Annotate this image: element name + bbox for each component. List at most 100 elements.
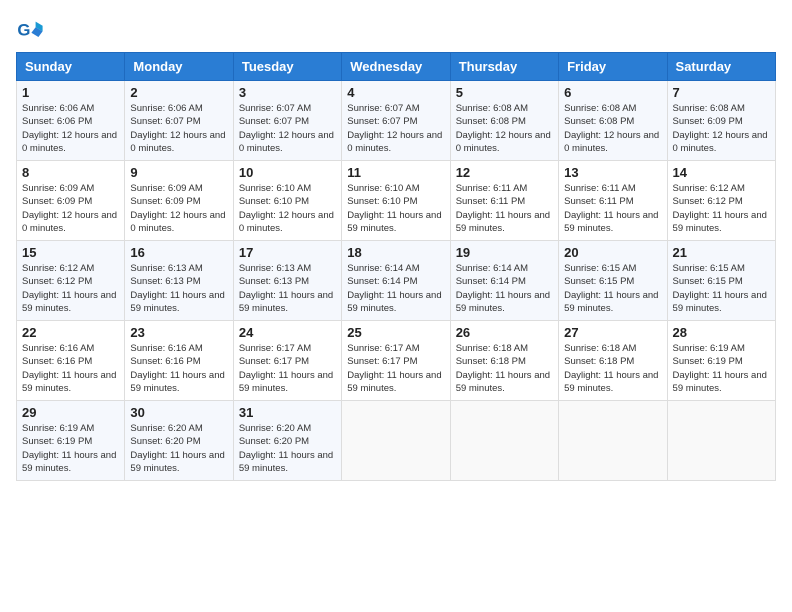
calendar: SundayMondayTuesdayWednesdayThursdayFrid… bbox=[16, 52, 776, 481]
calendar-cell: 30 Sunrise: 6:20 AMSunset: 6:20 PMDayligh… bbox=[125, 401, 233, 481]
day-info: Sunrise: 6:17 AMSunset: 6:17 PMDaylight:… bbox=[347, 342, 444, 395]
day-number: 23 bbox=[130, 325, 227, 340]
day-number: 13 bbox=[564, 165, 661, 180]
header-tuesday: Tuesday bbox=[233, 53, 341, 81]
day-number: 24 bbox=[239, 325, 336, 340]
day-info: Sunrise: 6:19 AMSunset: 6:19 PMDaylight:… bbox=[673, 342, 770, 395]
day-number: 7 bbox=[673, 85, 770, 100]
calendar-cell: 24 Sunrise: 6:17 AMSunset: 6:17 PMDayligh… bbox=[233, 321, 341, 401]
calendar-cell: 6 Sunrise: 6:08 AMSunset: 6:08 PMDaylight… bbox=[559, 81, 667, 161]
header-monday: Monday bbox=[125, 53, 233, 81]
calendar-cell: 27Sunrise: 6:18 AMSunset: 6:18 PMDayligh… bbox=[559, 321, 667, 401]
calendar-cell: 10 Sunrise: 6:10 AMSunset: 6:10 PMDayligh… bbox=[233, 161, 341, 241]
day-info: Sunrise: 6:13 AMSunset: 6:13 PMDaylight:… bbox=[239, 262, 336, 315]
day-info: Sunrise: 6:16 AMSunset: 6:16 PMDaylight:… bbox=[130, 342, 227, 395]
day-info: Sunrise: 6:09 AMSunset: 6:09 PMDaylight:… bbox=[130, 182, 227, 235]
calendar-cell: 23 Sunrise: 6:16 AMSunset: 6:16 PMDayligh… bbox=[125, 321, 233, 401]
day-number: 22 bbox=[22, 325, 119, 340]
day-info: Sunrise: 6:20 AMSunset: 6:20 PMDaylight:… bbox=[130, 422, 227, 475]
day-number: 5 bbox=[456, 85, 553, 100]
day-info: Sunrise: 6:06 AMSunset: 6:06 PMDaylight:… bbox=[22, 102, 119, 155]
day-info: Sunrise: 6:08 AMSunset: 6:08 PMDaylight:… bbox=[564, 102, 661, 155]
header-thursday: Thursday bbox=[450, 53, 558, 81]
week-row-0: 1 Sunrise: 6:06 AMSunset: 6:06 PMDaylight… bbox=[17, 81, 776, 161]
header-friday: Friday bbox=[559, 53, 667, 81]
calendar-cell: 8 Sunrise: 6:09 AMSunset: 6:09 PMDaylight… bbox=[17, 161, 125, 241]
header-wednesday: Wednesday bbox=[342, 53, 450, 81]
day-info: Sunrise: 6:14 AMSunset: 6:14 PMDaylight:… bbox=[347, 262, 444, 315]
day-number: 17 bbox=[239, 245, 336, 260]
calendar-cell: 28 Sunrise: 6:19 AMSunset: 6:19 PMDayligh… bbox=[667, 321, 775, 401]
day-number: 19 bbox=[456, 245, 553, 260]
day-info: Sunrise: 6:07 AMSunset: 6:07 PMDaylight:… bbox=[239, 102, 336, 155]
day-number: 25 bbox=[347, 325, 444, 340]
day-info: Sunrise: 6:17 AMSunset: 6:17 PMDaylight:… bbox=[239, 342, 336, 395]
day-number: 8 bbox=[22, 165, 119, 180]
week-row-1: 8 Sunrise: 6:09 AMSunset: 6:09 PMDaylight… bbox=[17, 161, 776, 241]
calendar-cell: 2Sunrise: 6:06 AMSunset: 6:07 PMDaylight… bbox=[125, 81, 233, 161]
day-info: Sunrise: 6:09 AMSunset: 6:09 PMDaylight:… bbox=[22, 182, 119, 235]
page-header: G bbox=[16, 16, 776, 44]
header-sunday: Sunday bbox=[17, 53, 125, 81]
svg-text:G: G bbox=[17, 21, 30, 40]
calendar-cell: 3 Sunrise: 6:07 AMSunset: 6:07 PMDaylight… bbox=[233, 81, 341, 161]
calendar-cell: 20 Sunrise: 6:15 AMSunset: 6:15 PMDayligh… bbox=[559, 241, 667, 321]
calendar-cell: 26Sunrise: 6:18 AMSunset: 6:18 PMDayligh… bbox=[450, 321, 558, 401]
day-number: 3 bbox=[239, 85, 336, 100]
calendar-cell: 9 Sunrise: 6:09 AMSunset: 6:09 PMDaylight… bbox=[125, 161, 233, 241]
day-info: Sunrise: 6:10 AMSunset: 6:10 PMDaylight:… bbox=[239, 182, 336, 235]
day-number: 20 bbox=[564, 245, 661, 260]
calendar-cell: 18Sunrise: 6:14 AMSunset: 6:14 PMDayligh… bbox=[342, 241, 450, 321]
calendar-cell: 17 Sunrise: 6:13 AMSunset: 6:13 PMDayligh… bbox=[233, 241, 341, 321]
calendar-cell bbox=[667, 401, 775, 481]
day-number: 16 bbox=[130, 245, 227, 260]
calendar-cell bbox=[450, 401, 558, 481]
calendar-cell: 13 Sunrise: 6:11 AMSunset: 6:11 PMDayligh… bbox=[559, 161, 667, 241]
calendar-cell: 31 Sunrise: 6:20 AMSunset: 6:20 PMDayligh… bbox=[233, 401, 341, 481]
day-info: Sunrise: 6:16 AMSunset: 6:16 PMDaylight:… bbox=[22, 342, 119, 395]
week-row-3: 22 Sunrise: 6:16 AMSunset: 6:16 PMDayligh… bbox=[17, 321, 776, 401]
day-info: Sunrise: 6:15 AMSunset: 6:15 PMDaylight:… bbox=[564, 262, 661, 315]
logo: G bbox=[16, 16, 48, 44]
day-number: 1 bbox=[22, 85, 119, 100]
day-info: Sunrise: 6:10 AMSunset: 6:10 PMDaylight:… bbox=[347, 182, 444, 235]
calendar-cell: 1 Sunrise: 6:06 AMSunset: 6:06 PMDaylight… bbox=[17, 81, 125, 161]
calendar-cell: 19 Sunrise: 6:14 AMSunset: 6:14 PMDayligh… bbox=[450, 241, 558, 321]
day-number: 26 bbox=[456, 325, 553, 340]
day-info: Sunrise: 6:11 AMSunset: 6:11 PMDaylight:… bbox=[456, 182, 553, 235]
day-number: 30 bbox=[130, 405, 227, 420]
calendar-cell bbox=[342, 401, 450, 481]
day-number: 14 bbox=[673, 165, 770, 180]
day-info: Sunrise: 6:08 AMSunset: 6:08 PMDaylight:… bbox=[456, 102, 553, 155]
calendar-cell: 12Sunrise: 6:11 AMSunset: 6:11 PMDayligh… bbox=[450, 161, 558, 241]
day-number: 9 bbox=[130, 165, 227, 180]
week-row-4: 29Sunrise: 6:19 AMSunset: 6:19 PMDayligh… bbox=[17, 401, 776, 481]
calendar-cell: 14Sunrise: 6:12 AMSunset: 6:12 PMDayligh… bbox=[667, 161, 775, 241]
day-number: 21 bbox=[673, 245, 770, 260]
calendar-cell: 29Sunrise: 6:19 AMSunset: 6:19 PMDayligh… bbox=[17, 401, 125, 481]
day-number: 6 bbox=[564, 85, 661, 100]
calendar-cell: 25 Sunrise: 6:17 AMSunset: 6:17 PMDayligh… bbox=[342, 321, 450, 401]
calendar-cell: 22 Sunrise: 6:16 AMSunset: 6:16 PMDayligh… bbox=[17, 321, 125, 401]
day-info: Sunrise: 6:18 AMSunset: 6:18 PMDaylight:… bbox=[564, 342, 661, 395]
day-number: 10 bbox=[239, 165, 336, 180]
day-number: 4 bbox=[347, 85, 444, 100]
day-info: Sunrise: 6:07 AMSunset: 6:07 PMDaylight:… bbox=[347, 102, 444, 155]
calendar-cell: 16Sunrise: 6:13 AMSunset: 6:13 PMDayligh… bbox=[125, 241, 233, 321]
day-number: 31 bbox=[239, 405, 336, 420]
day-info: Sunrise: 6:11 AMSunset: 6:11 PMDaylight:… bbox=[564, 182, 661, 235]
day-number: 29 bbox=[22, 405, 119, 420]
calendar-header-row: SundayMondayTuesdayWednesdayThursdayFrid… bbox=[17, 53, 776, 81]
logo-icon: G bbox=[16, 16, 44, 44]
header-saturday: Saturday bbox=[667, 53, 775, 81]
day-number: 15 bbox=[22, 245, 119, 260]
day-number: 11 bbox=[347, 165, 444, 180]
calendar-cell: 11 Sunrise: 6:10 AMSunset: 6:10 PMDayligh… bbox=[342, 161, 450, 241]
calendar-cell: 4 Sunrise: 6:07 AMSunset: 6:07 PMDaylight… bbox=[342, 81, 450, 161]
day-info: Sunrise: 6:14 AMSunset: 6:14 PMDaylight:… bbox=[456, 262, 553, 315]
day-info: Sunrise: 6:06 AMSunset: 6:07 PMDaylight:… bbox=[130, 102, 227, 155]
day-number: 28 bbox=[673, 325, 770, 340]
day-info: Sunrise: 6:20 AMSunset: 6:20 PMDaylight:… bbox=[239, 422, 336, 475]
week-row-2: 15 Sunrise: 6:12 AMSunset: 6:12 PMDayligh… bbox=[17, 241, 776, 321]
day-info: Sunrise: 6:12 AMSunset: 6:12 PMDaylight:… bbox=[22, 262, 119, 315]
